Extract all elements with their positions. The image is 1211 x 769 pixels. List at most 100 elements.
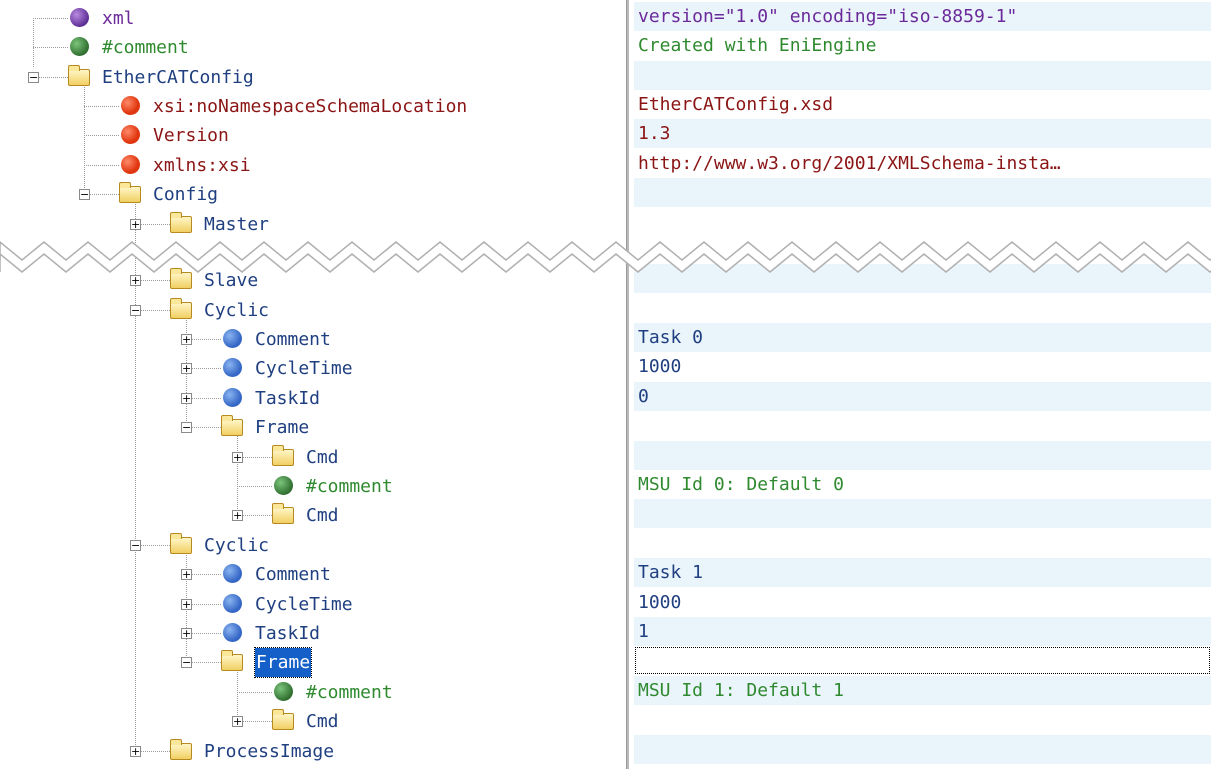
tree-node-label[interactable]: #comment — [306, 678, 393, 707]
tree-node[interactable]: #comment — [0, 472, 628, 501]
tree-node-label[interactable]: Comment — [255, 560, 331, 589]
tree-node-label[interactable]: Config — [153, 180, 218, 209]
tree-node[interactable]: + Comment — [0, 560, 628, 589]
tree-connector — [33, 47, 68, 48]
green-ball-icon — [274, 682, 293, 701]
tree-node[interactable]: − EtherCATConfig — [0, 63, 628, 92]
node-value[interactable]: 1000 — [634, 588, 1211, 617]
collapse-toggle[interactable]: − — [130, 305, 141, 316]
tree-node-label[interactable]: ProcessImage — [204, 737, 334, 766]
tree-node[interactable]: − Frame — [0, 413, 628, 442]
collapse-toggle[interactable]: − — [130, 540, 141, 551]
tree-node[interactable]: + ProcessImage — [0, 737, 628, 766]
tree-node-label[interactable]: CycleTime — [255, 590, 353, 619]
collapse-toggle[interactable]: − — [28, 72, 39, 83]
tree-node[interactable]: + Cmd — [0, 501, 628, 530]
expand-toggle[interactable]: + — [181, 628, 192, 639]
tree-node-label[interactable]: Cyclic — [204, 296, 269, 325]
tree-node[interactable]: xmlns:xsi — [0, 151, 628, 180]
tree-node[interactable]: + Cmd — [0, 707, 628, 736]
tree-node-label[interactable]: #comment — [102, 33, 189, 62]
node-value[interactable] — [634, 294, 1211, 323]
tree-node-label[interactable]: EtherCATConfig — [102, 63, 254, 92]
node-value[interactable]: MSU Id 1: Default 1 — [634, 676, 1211, 706]
tree-node[interactable]: − Config — [0, 180, 628, 209]
expand-toggle[interactable]: + — [130, 746, 141, 757]
tree-node-label[interactable]: Frame — [255, 413, 309, 442]
node-value[interactable]: Task 0 — [634, 323, 1211, 353]
tree-node-label[interactable]: TaskId — [255, 619, 320, 648]
expand-toggle[interactable]: + — [232, 510, 243, 521]
node-value[interactable]: EtherCATConfig.xsd — [634, 90, 1211, 119]
tree-node-label[interactable]: xml — [102, 4, 135, 33]
expand-toggle[interactable]: + — [181, 393, 192, 404]
expand-toggle[interactable]: + — [181, 363, 192, 374]
collapse-toggle[interactable]: − — [79, 189, 90, 200]
node-value[interactable] — [634, 646, 1211, 676]
node-value[interactable] — [634, 178, 1211, 208]
node-value[interactable]: MSU Id 0: Default 0 — [634, 470, 1211, 499]
tree-node-label[interactable]: TaskId — [255, 384, 320, 413]
node-value[interactable]: version="1.0" encoding="iso-8859-1" — [634, 2, 1211, 32]
expand-toggle[interactable]: + — [181, 334, 192, 345]
collapse-toggle[interactable]: − — [181, 657, 192, 668]
tree-node-label[interactable]: xmlns:xsi — [153, 151, 251, 180]
expand-toggle[interactable]: + — [232, 452, 243, 463]
expand-toggle[interactable]: + — [181, 569, 192, 580]
expand-toggle[interactable]: + — [181, 599, 192, 610]
node-value[interactable] — [634, 529, 1211, 558]
node-value[interactable]: http://www.w3.org/2001/XMLSchema-insta… — [634, 149, 1211, 178]
tree-node[interactable]: Version — [0, 121, 628, 150]
node-value[interactable]: 1000 — [634, 352, 1211, 381]
tree-node-label[interactable]: Frame — [253, 646, 313, 679]
xml-tree-pane[interactable]: xml #comment − EtherCATConfig xsi:noNamespac… — [0, 0, 628, 769]
tree-node[interactable]: + TaskId — [0, 619, 628, 648]
node-value[interactable] — [634, 208, 1211, 237]
node-value[interactable]: Task 1 — [634, 558, 1211, 588]
tree-node-label[interactable]: Cyclic — [204, 531, 269, 560]
folder-icon — [170, 533, 192, 554]
tree-node[interactable]: + Master — [0, 210, 628, 239]
tree-node[interactable]: − Cyclic — [0, 296, 628, 325]
tree-node-label[interactable]: Comment — [255, 325, 331, 354]
node-value[interactable] — [634, 441, 1211, 471]
tree-node[interactable]: + Comment — [0, 325, 628, 354]
node-value[interactable]: 1.3 — [634, 119, 1211, 149]
tree-node-label[interactable]: CycleTime — [255, 354, 353, 383]
tree-node[interactable]: #comment — [0, 678, 628, 707]
green-ball-icon — [274, 476, 293, 495]
collapse-toggle[interactable]: − — [181, 422, 192, 433]
node-value[interactable] — [634, 705, 1211, 734]
tree-node-label[interactable]: Master — [204, 210, 269, 239]
tree-node-label[interactable]: Cmd — [306, 707, 339, 736]
tree-node[interactable]: #comment — [0, 33, 628, 62]
tree-node-label[interactable]: Cmd — [306, 443, 339, 472]
pane-splitter[interactable] — [626, 0, 629, 769]
tree-node[interactable]: + CycleTime — [0, 354, 628, 383]
red-ball-icon — [121, 155, 140, 174]
expand-toggle[interactable]: + — [232, 716, 243, 727]
folder-icon — [272, 503, 294, 524]
tree-connector — [33, 18, 68, 19]
tree-node[interactable]: xsi:noNamespaceSchemaLocation — [0, 92, 628, 121]
node-value[interactable]: 0 — [634, 382, 1211, 412]
tree-node-label[interactable]: xsi:noNamespaceSchemaLocation — [153, 92, 467, 121]
tree-node[interactable]: + CycleTime — [0, 590, 628, 619]
blue-ball-icon — [223, 329, 242, 348]
node-value[interactable]: Created with EniEngine — [634, 31, 1211, 60]
tree-node[interactable]: + TaskId — [0, 384, 628, 413]
tree-node[interactable]: − Frame — [0, 646, 628, 679]
node-value[interactable] — [634, 61, 1211, 91]
tree-node[interactable]: − Cyclic — [0, 531, 628, 560]
tree-node[interactable]: xml — [0, 4, 628, 33]
node-value[interactable]: 1 — [634, 617, 1211, 647]
node-value[interactable] — [634, 499, 1211, 529]
node-value[interactable] — [634, 411, 1211, 440]
tree-node-label[interactable]: Version — [153, 121, 229, 150]
tree-node-label[interactable]: Cmd — [306, 501, 339, 530]
expand-toggle[interactable]: + — [130, 219, 141, 230]
node-value[interactable] — [634, 735, 1211, 765]
tree-node-label[interactable]: #comment — [306, 472, 393, 501]
value-pane: version="1.0" encoding="iso-8859-1" Creat… — [634, 0, 1211, 769]
tree-node[interactable]: + Cmd — [0, 443, 628, 472]
